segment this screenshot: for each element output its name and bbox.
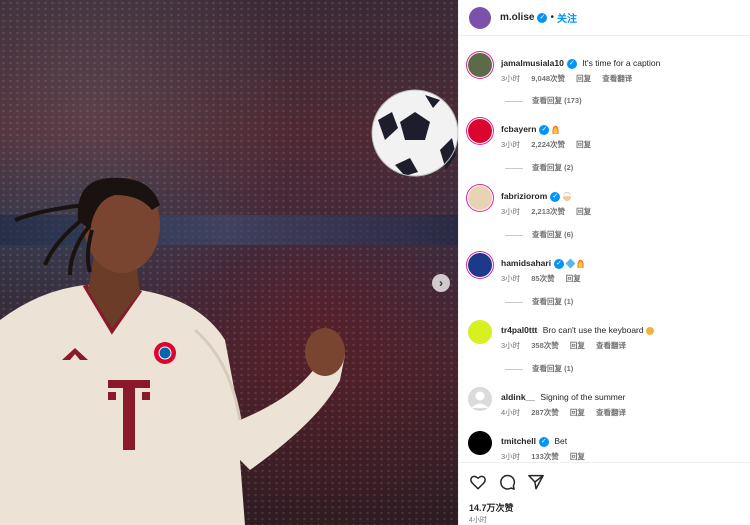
carousel-next-button[interactable]: › xyxy=(432,274,450,292)
view-replies-button[interactable]: 查看回复 (1) xyxy=(505,296,573,307)
comment-text: Signing of the summer xyxy=(540,392,626,402)
flame-emoji-icon xyxy=(577,259,585,269)
reply-button[interactable]: 回复 xyxy=(576,74,591,83)
post-time: 4小时 xyxy=(469,517,487,524)
laugh-emoji-icon xyxy=(645,326,654,335)
comment-avatar[interactable] xyxy=(468,387,492,411)
translate-button[interactable]: 查看翻译 xyxy=(596,341,626,350)
comment-likes[interactable]: 2,224次赞 xyxy=(531,140,565,149)
comment-likes[interactable]: 2,213次赞 xyxy=(531,207,565,216)
comment-avatar[interactable] xyxy=(468,186,492,210)
club-crest xyxy=(154,342,176,364)
post-image: › xyxy=(0,0,458,525)
comment-avatar[interactable] xyxy=(468,253,492,277)
comment-avatar[interactable] xyxy=(468,53,492,77)
share-icon[interactable] xyxy=(527,473,545,491)
comment-time: 3小时 xyxy=(501,341,521,350)
comment-avatar[interactable] xyxy=(468,320,492,344)
comment-username[interactable]: aldink__ xyxy=(501,392,535,402)
owner-username[interactable]: m.olise xyxy=(500,12,534,23)
comments-list: jamalmusiala10 ✓ It's time for a caption … xyxy=(459,37,750,462)
view-replies-button[interactable]: 查看回复 (2) xyxy=(505,162,573,173)
comment-time: 3小时 xyxy=(501,140,521,149)
verified-badge-icon: ✓ xyxy=(566,58,577,69)
comment-likes[interactable]: 85次赞 xyxy=(531,274,554,283)
chef-emoji-icon xyxy=(563,192,572,201)
comment-avatar[interactable] xyxy=(468,431,492,455)
comment-username[interactable]: jamalmusiala10 xyxy=(501,58,564,68)
separator-dot: • xyxy=(550,12,554,23)
flame-emoji-icon xyxy=(552,125,560,135)
comment-username[interactable]: tmitchell xyxy=(501,436,536,446)
verified-badge-icon: ✓ xyxy=(554,258,565,269)
comment-likes[interactable]: 133次赞 xyxy=(531,452,559,461)
heart-icon[interactable] xyxy=(469,473,487,491)
verified-badge-icon: ✓ xyxy=(539,124,550,135)
owner-avatar[interactable] xyxy=(469,6,491,29)
reply-button[interactable]: 回复 xyxy=(570,408,585,417)
reply-button[interactable]: 回复 xyxy=(576,140,591,149)
comment-time: 3小时 xyxy=(501,207,521,216)
comment-username[interactable]: fabriziorom xyxy=(501,191,547,201)
comment-likes[interactable]: 287次赞 xyxy=(531,408,559,417)
verified-badge-icon: ✓ xyxy=(537,12,548,23)
comment-username[interactable]: fcbayern xyxy=(501,124,536,134)
view-replies-button[interactable]: 查看回复 (6) xyxy=(505,229,573,240)
verified-badge-icon: ✓ xyxy=(550,191,561,202)
reply-button[interactable]: 回复 xyxy=(570,341,585,350)
reply-button[interactable]: 回复 xyxy=(566,274,581,283)
comment-time: 3小时 xyxy=(501,452,521,461)
verified-badge-icon: ✓ xyxy=(538,436,549,447)
comment-username[interactable]: tr4pal0ttt xyxy=(501,325,537,335)
comment-likes[interactable]: 358次赞 xyxy=(531,341,559,350)
comment-username[interactable]: hamidsahari xyxy=(501,258,551,268)
comment-text: Bet xyxy=(554,436,568,446)
post-actions: 14.7万次赞 4小时 xyxy=(459,462,750,525)
diamond-emoji-icon xyxy=(565,258,576,269)
comment-time: 3小时 xyxy=(501,74,521,83)
football xyxy=(371,89,458,177)
comment-time: 3小时 xyxy=(501,274,521,283)
post-details-panel: m.olise ✓ • 关注 jamalmusiala10 ✓ It's time… xyxy=(458,0,750,525)
default-avatar-icon xyxy=(471,391,489,408)
player-illustration xyxy=(0,89,458,525)
view-replies-button[interactable]: 查看回复 (173) xyxy=(505,95,582,106)
comment-avatar[interactable] xyxy=(468,119,492,143)
translate-button[interactable]: 查看翻译 xyxy=(602,74,632,83)
comment-time: 4小时 xyxy=(501,408,521,417)
post-header: m.olise ✓ • 关注 xyxy=(459,0,750,36)
comment-text: It's time for a caption xyxy=(582,58,661,68)
post-likes-count[interactable]: 14.7万次赞 xyxy=(469,501,514,514)
comment-likes[interactable]: 9,048次赞 xyxy=(531,74,565,83)
follow-button[interactable]: 关注 xyxy=(557,10,577,25)
reply-button[interactable]: 回复 xyxy=(576,207,591,216)
view-replies-button[interactable]: 查看回复 (1) xyxy=(505,363,573,374)
comment-text: Bro can't use the keyboard xyxy=(542,325,644,335)
reply-button[interactable]: 回复 xyxy=(570,452,585,461)
comment-icon[interactable] xyxy=(498,473,516,491)
translate-button[interactable]: 查看翻译 xyxy=(596,408,626,417)
